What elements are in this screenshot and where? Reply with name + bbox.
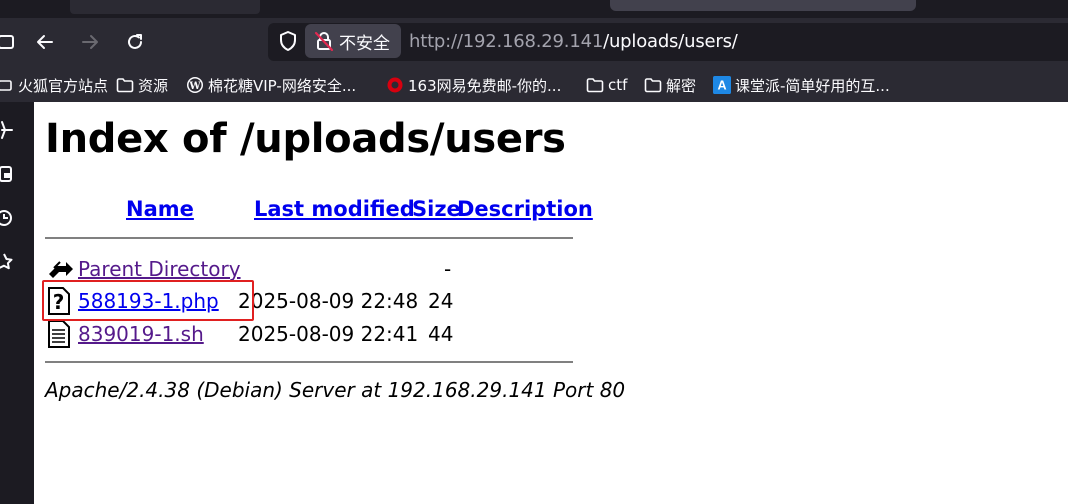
tab-active[interactable] [610, 0, 916, 11]
divider [45, 361, 573, 363]
tab-strip [0, 0, 1068, 18]
divider [45, 237, 573, 239]
column-header-size[interactable]: Size [412, 197, 461, 221]
bookmarks-icon[interactable] [0, 252, 14, 272]
bookmark-163[interactable]: 163网易免费邮-你的... [386, 74, 561, 96]
file-modified: 2025-08-09 22:48 [238, 289, 419, 313]
sidebar-toggle-icon[interactable] [0, 28, 20, 56]
browser-sidebar [0, 102, 34, 504]
url-path: /uploads/users/ [603, 31, 738, 52]
netease-icon [386, 76, 404, 94]
tracking-protection-icon[interactable] [278, 30, 300, 54]
bookmark-mianhuatang[interactable]: W 棉花糖VIP-网络安全... [186, 74, 356, 96]
svg-text:A: A [717, 79, 726, 93]
navigation-toolbar: 不安全 http://192.168.29.141/uploads/users/ [0, 18, 1068, 66]
bookmark-label: 课堂派-简单好用的互... [735, 76, 890, 95]
column-header-description[interactable]: Description [457, 197, 593, 221]
folder-icon [644, 76, 662, 94]
column-header-last-modified[interactable]: Last modified [254, 197, 415, 221]
broken-lock-icon [314, 31, 334, 52]
url-host: http://192.168.29.141 [409, 31, 604, 52]
parent-size: - [444, 257, 452, 281]
forward-button[interactable] [76, 28, 104, 56]
bookmark-label: 棉花糖VIP-网络安全... [208, 76, 357, 95]
reload-icon [128, 34, 142, 49]
ketangpai-icon: A [713, 76, 731, 94]
bookmark-ketangpai[interactable]: A 课堂派-简单好用的互... [713, 74, 890, 96]
connection-insecure-badge[interactable]: 不安全 [305, 24, 401, 58]
sparkle-icon[interactable] [0, 120, 14, 140]
file-size: 24 [428, 289, 454, 313]
bookmark-resources[interactable]: 资源 [116, 74, 168, 96]
arrow-right-icon [82, 35, 98, 49]
back-folder-icon [46, 254, 74, 282]
back-button[interactable] [31, 28, 59, 56]
insecure-label: 不安全 [339, 33, 390, 54]
folder-icon [586, 76, 604, 94]
file-modified: 2025-08-09 22:41 [238, 322, 419, 346]
bookmark-label: 火狐官方站点 [18, 76, 109, 95]
arrow-left-icon [37, 35, 53, 49]
file-size: 44 [428, 322, 454, 346]
highlight-box [42, 280, 254, 321]
bookmarks-toolbar: 火狐官方站点 资源 W 棉花糖VIP-网络安全... 163网易免费邮-你的..… [0, 66, 1068, 102]
page-content: Index of /uploads/users Name Last modifi… [34, 102, 1068, 504]
bookmark-decrypt[interactable]: 解密 [644, 74, 696, 96]
reload-button[interactable] [121, 28, 149, 56]
column-header-name[interactable]: Name [126, 197, 194, 221]
history-icon[interactable] [0, 208, 14, 228]
folder-icon [116, 76, 134, 94]
url-text[interactable]: http://192.168.29.141/uploads/users/ [409, 31, 738, 52]
text-file-icon [46, 320, 74, 348]
synced-tabs-icon[interactable] [0, 164, 14, 184]
bookmark-label: 资源 [138, 76, 169, 95]
bookmark-firefox[interactable]: 火狐官方站点 [0, 74, 108, 96]
file-link[interactable]: 839019-1.sh [78, 322, 204, 346]
tab[interactable] [70, 0, 260, 14]
server-signature: Apache/2.4.38 (Debian) Server at 192.168… [45, 378, 626, 402]
svg-text:W: W [188, 81, 201, 92]
bookmark-ctf[interactable]: ctf [586, 74, 627, 96]
parent-directory-link[interactable]: Parent Directory [78, 257, 241, 281]
bookmark-label: 163网易免费邮-你的... [408, 76, 562, 95]
wordpress-icon: W [186, 76, 204, 94]
page-title: Index of /uploads/users [45, 116, 566, 162]
bookmark-label: ctf [608, 76, 628, 94]
folder-icon [0, 76, 14, 94]
bookmark-label: 解密 [666, 76, 697, 95]
